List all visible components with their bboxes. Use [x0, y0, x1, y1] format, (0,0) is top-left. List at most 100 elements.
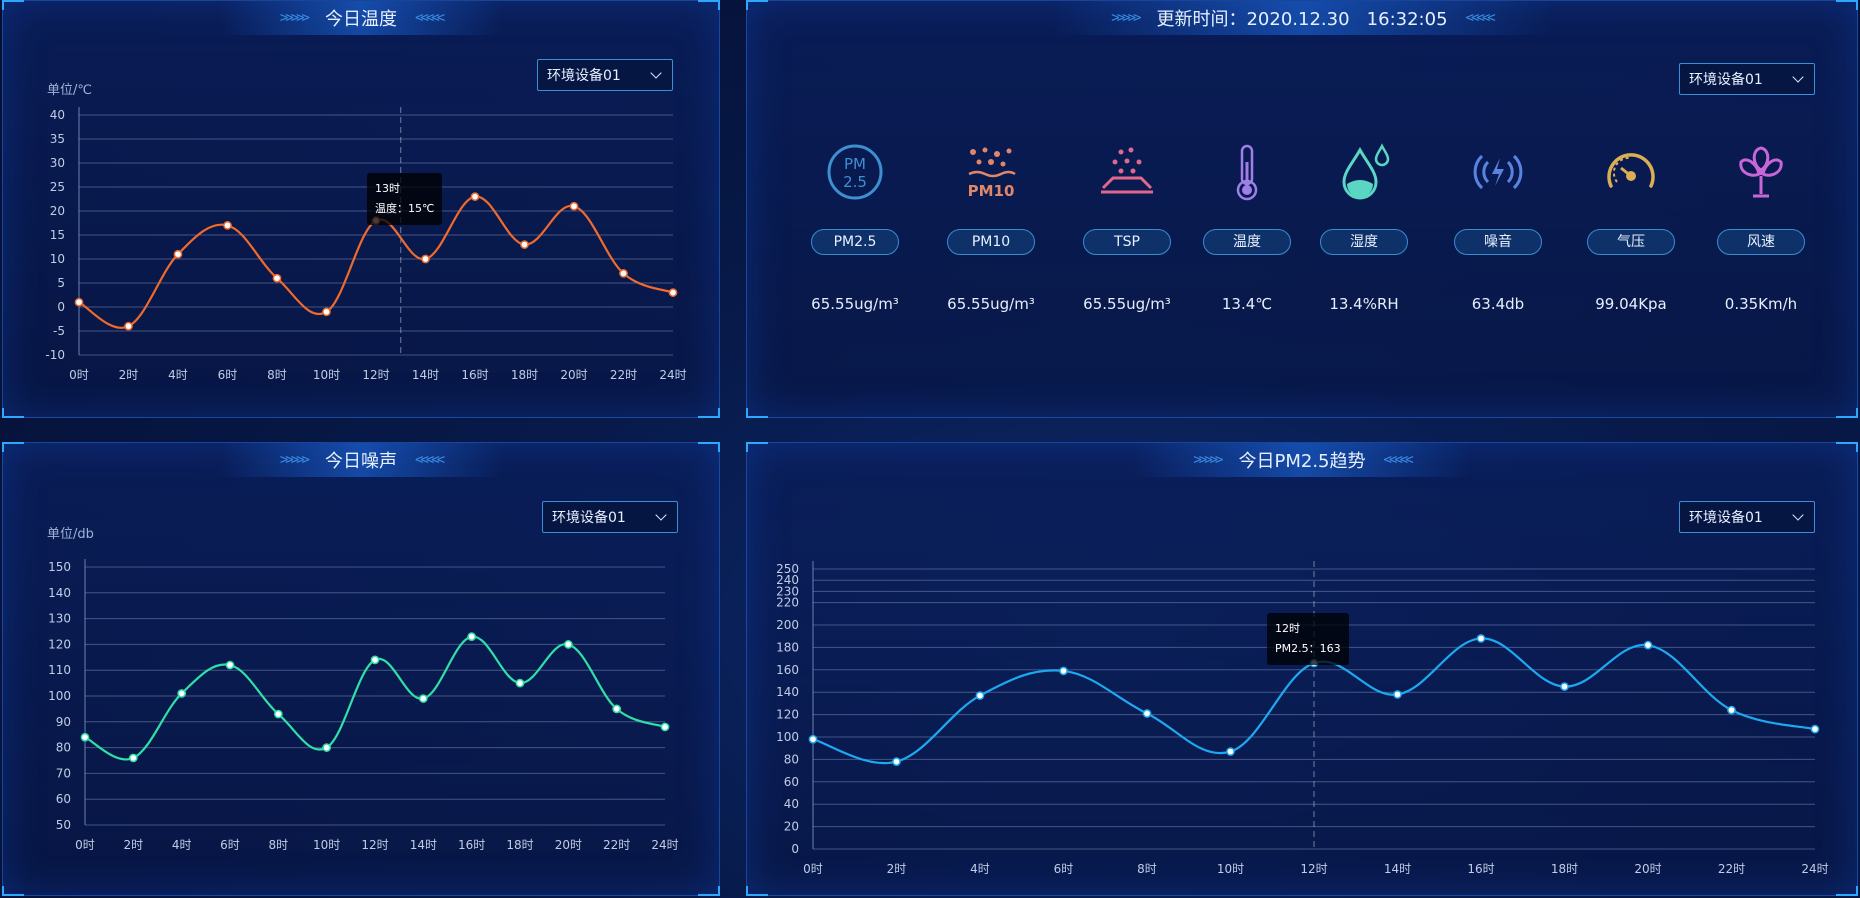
sensor-status-panel: >>>>> 更新时间：2020.12.30 16:32:05 <<<<< 环境设… [746, 0, 1858, 418]
sensor-label: 湿度 [1320, 229, 1408, 255]
x-tick-label: 24时 [1801, 862, 1828, 876]
y-tick-label: 110 [48, 663, 71, 677]
chart-tooltip: 13时 温度：15℃ [367, 173, 443, 225]
y-tick-label: 250 [776, 562, 799, 576]
data-point [1476, 634, 1486, 643]
data-point [1059, 666, 1068, 676]
chevron-down-icon [1792, 71, 1804, 83]
data-point [74, 297, 84, 307]
x-tick-label: 22时 [610, 368, 637, 382]
y-tick-label: 40 [784, 797, 799, 811]
sensor-noise: 噪音 63.4db [1443, 137, 1553, 313]
humidity-icon [1342, 143, 1390, 200]
x-tick-label: 20时 [1634, 862, 1661, 876]
x-tick-label: 8时 [1137, 862, 1157, 876]
y-tick-label: 60 [56, 792, 71, 806]
x-tick-label: 12时 [1300, 862, 1327, 876]
x-tick-label: 10时 [313, 368, 340, 382]
data-point [1810, 724, 1820, 734]
y-tick-label: 80 [784, 752, 799, 766]
data-point [128, 753, 138, 763]
x-tick-label: 24时 [651, 838, 678, 852]
y-tick-label: -10 [45, 348, 65, 362]
data-point [668, 288, 678, 297]
y-tick-label: 90 [56, 715, 71, 729]
data-point [660, 722, 670, 732]
sensor-value: 0.35Km/h [1724, 295, 1798, 313]
y-tick-label: 35 [50, 132, 65, 146]
data-point [421, 254, 430, 264]
y-tick-label: 120 [48, 637, 71, 651]
sensor-label: 噪音 [1454, 229, 1542, 255]
x-tick-label: 20时 [560, 368, 587, 382]
data-point [370, 655, 380, 665]
sensor-pm10: PM10 PM10 65.55ug/m³ [936, 137, 1046, 313]
y-tick-label: 0 [791, 842, 799, 856]
data-point [223, 221, 232, 230]
sensor-tsp: TSP 65.55ug/m³ [1072, 137, 1182, 313]
y-tick-label: 20 [784, 820, 799, 834]
sensor-value: 65.55ug/m³ [811, 295, 899, 313]
fan-icon [1739, 146, 1783, 198]
update-time: 更新时间：2020.12.30 16:32:05 [1156, 9, 1448, 30]
y-tick-label: 60 [784, 775, 799, 789]
data-point [1142, 709, 1152, 718]
y-tick-label: 100 [776, 730, 799, 744]
tsp-icon [1101, 147, 1153, 194]
y-tick-label: 200 [776, 618, 799, 632]
noise-panel: >>>>> 今日噪声 <<<<< 环境设备01 单位/db 50 60 70 80 90… [2, 442, 720, 896]
x-tick-label: 4时 [168, 368, 188, 382]
noise-line-chart[interactable]: 50 60 70 80 90 100 110 120 130 140 150 0时 2时 4时 6时 8时 10… [3, 443, 721, 897]
y-tick-label: 40 [50, 108, 65, 122]
sensor-temperature: 温度 13.4℃ [1192, 137, 1302, 313]
x-tick-label: 16时 [458, 838, 485, 852]
x-tick-label: 4时 [172, 838, 192, 852]
sensor-value: 63.4db [1471, 295, 1525, 313]
data-point [1393, 690, 1402, 699]
x-tick-label: 16时 [1467, 862, 1494, 876]
x-tick-label: 2时 [124, 838, 144, 852]
device-select[interactable]: 环境设备01 [1679, 63, 1815, 95]
data-point [808, 734, 818, 744]
y-tick-label: 180 [776, 640, 799, 654]
sensor-label: TSP [1083, 229, 1171, 255]
pressure-gauge-icon [1607, 153, 1655, 188]
data-point [273, 709, 283, 719]
y-tick-label: 140 [48, 586, 71, 600]
data-point [124, 321, 133, 331]
pm25-line-chart[interactable]: 0204060801001201401601802002202302402500… [747, 443, 1859, 897]
x-tick-label: 18时 [506, 838, 533, 852]
y-tick-label: 70 [56, 766, 71, 780]
temperature-panel: >>>>> 今日温度 <<<<< 环境设备01 单位/℃ -10 -5 0 5 10 15… [2, 0, 720, 418]
sensor-humidity: 湿度 13.4%RH [1309, 137, 1419, 313]
y-tick-label: 150 [48, 560, 71, 574]
data-point [569, 201, 579, 211]
device-select-value: 环境设备01 [1689, 72, 1763, 88]
sensor-label: 温度 [1203, 229, 1291, 255]
data-point [467, 632, 477, 642]
x-tick-label: 0时 [75, 838, 95, 852]
x-tick-label: 2时 [119, 368, 139, 382]
sensor-label: 气压 [1587, 229, 1675, 255]
sensor-pm25: PM 2.5 PM2.5 65.55ug/m³ [800, 137, 910, 313]
x-tick-label: 0时 [69, 368, 89, 382]
svg-text:PM: PM [844, 155, 866, 173]
x-tick-label: 14时 [410, 838, 437, 852]
x-tick-label: 2时 [887, 862, 907, 876]
x-tick-label: 12时 [362, 368, 389, 382]
y-tick-label: 25 [50, 180, 65, 194]
y-tick-label: 15 [50, 228, 65, 242]
tooltip-label: 13时 [375, 182, 400, 195]
x-tick-label: 6时 [220, 838, 240, 852]
data-point [1560, 682, 1569, 691]
data-point [1643, 640, 1653, 650]
x-tick-label: 12时 [361, 838, 388, 852]
data-point [619, 269, 628, 278]
temperature-line-chart[interactable]: -10 -5 0 5 10 15 20 25 30 35 40 0时 2时 4时 6时 8时 10时 12时 14时… [3, 1, 721, 419]
y-tick-label: 130 [48, 612, 71, 626]
data-point [1727, 705, 1736, 715]
data-point [418, 694, 428, 703]
x-tick-label: 18时 [1551, 862, 1578, 876]
sensor-value: 13.4%RH [1329, 295, 1399, 313]
y-tick-label: 0 [57, 300, 65, 314]
